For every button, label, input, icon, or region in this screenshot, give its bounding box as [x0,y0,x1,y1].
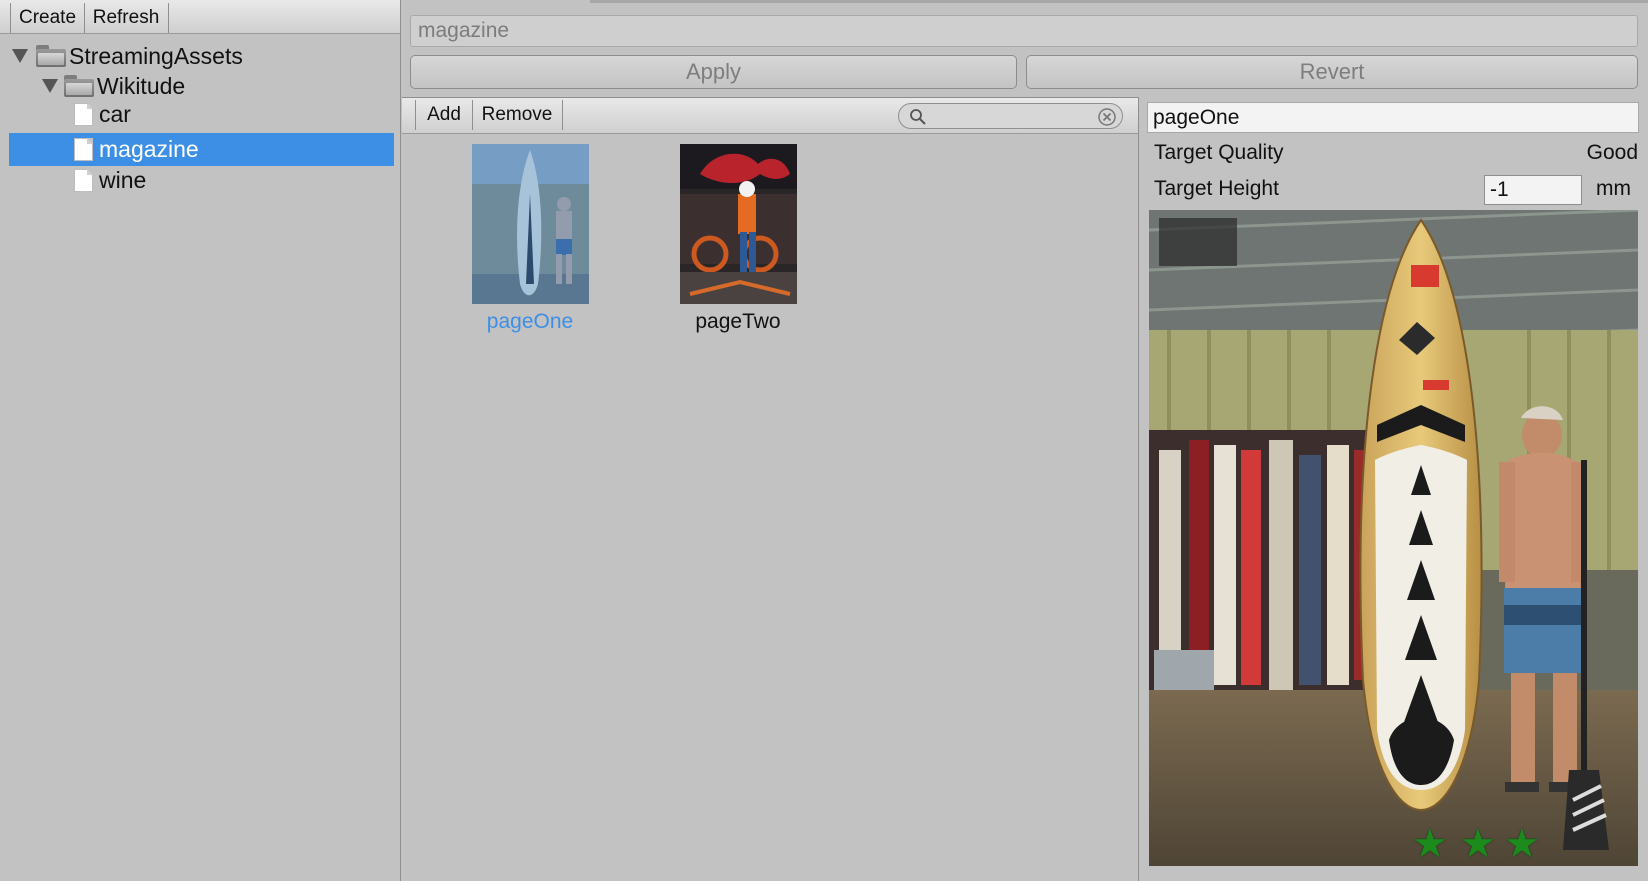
tree-item-label: StreamingAssets [69,43,243,69]
target-height-label: Target Height [1154,177,1279,200]
tree-item-label: wine [99,167,147,193]
file-icon [74,138,93,161]
search-field[interactable] [898,103,1123,129]
target-thumbnail-pagetwo[interactable] [680,144,797,304]
target-name-label[interactable]: pageOne [450,310,610,334]
target-name-input[interactable]: pageOne [1147,102,1639,133]
clear-search-icon[interactable] [1098,108,1116,126]
tree-item-magazine[interactable]: magazine [74,133,374,165]
file-icon [74,169,93,192]
expand-arrow-icon[interactable] [12,49,28,63]
folder-icon [64,75,94,97]
target-thumbnail-pageone[interactable] [472,144,589,304]
collection-name-input[interactable]: magazine [410,15,1638,47]
tab-strip-edge [590,0,1648,3]
folder-icon [36,45,66,67]
search-icon [910,109,926,125]
tree-item-car[interactable]: car [74,98,374,130]
rating-star-icon: ★ [1412,822,1448,866]
motocross-photo-thumbnail [680,144,797,304]
tree-item-streamingassets[interactable]: StreamingAssets [10,40,390,72]
tree-item-label: magazine [99,136,199,162]
height-unit-label: mm [1596,177,1631,200]
rating-star-icon: ★ [1460,822,1496,866]
file-icon [74,103,93,126]
add-button[interactable]: Add [415,100,473,130]
target-quality-value: Good [1586,141,1638,164]
create-button[interactable]: Create [10,3,85,33]
revert-button[interactable]: Revert [1026,55,1638,89]
surfboard-photo-thumbnail [472,144,589,304]
tree-item-wine[interactable]: wine [74,164,374,196]
target-height-input[interactable]: -1 [1484,175,1582,205]
target-preview-image: ★ ★ ★ [1149,210,1638,866]
refresh-button[interactable]: Refresh [84,3,169,33]
surfer-photo [1149,210,1638,866]
tree-toolbar: Create Refresh [0,0,400,34]
remove-button[interactable]: Remove [472,100,563,130]
target-quality-label: Target Quality [1154,141,1284,164]
apply-button[interactable]: Apply [410,55,1017,89]
expand-arrow-icon[interactable] [42,79,58,93]
tree-item-label: car [99,101,131,127]
rating-star-icon: ★ [1504,822,1540,866]
target-name-label[interactable]: pageTwo [658,310,818,334]
